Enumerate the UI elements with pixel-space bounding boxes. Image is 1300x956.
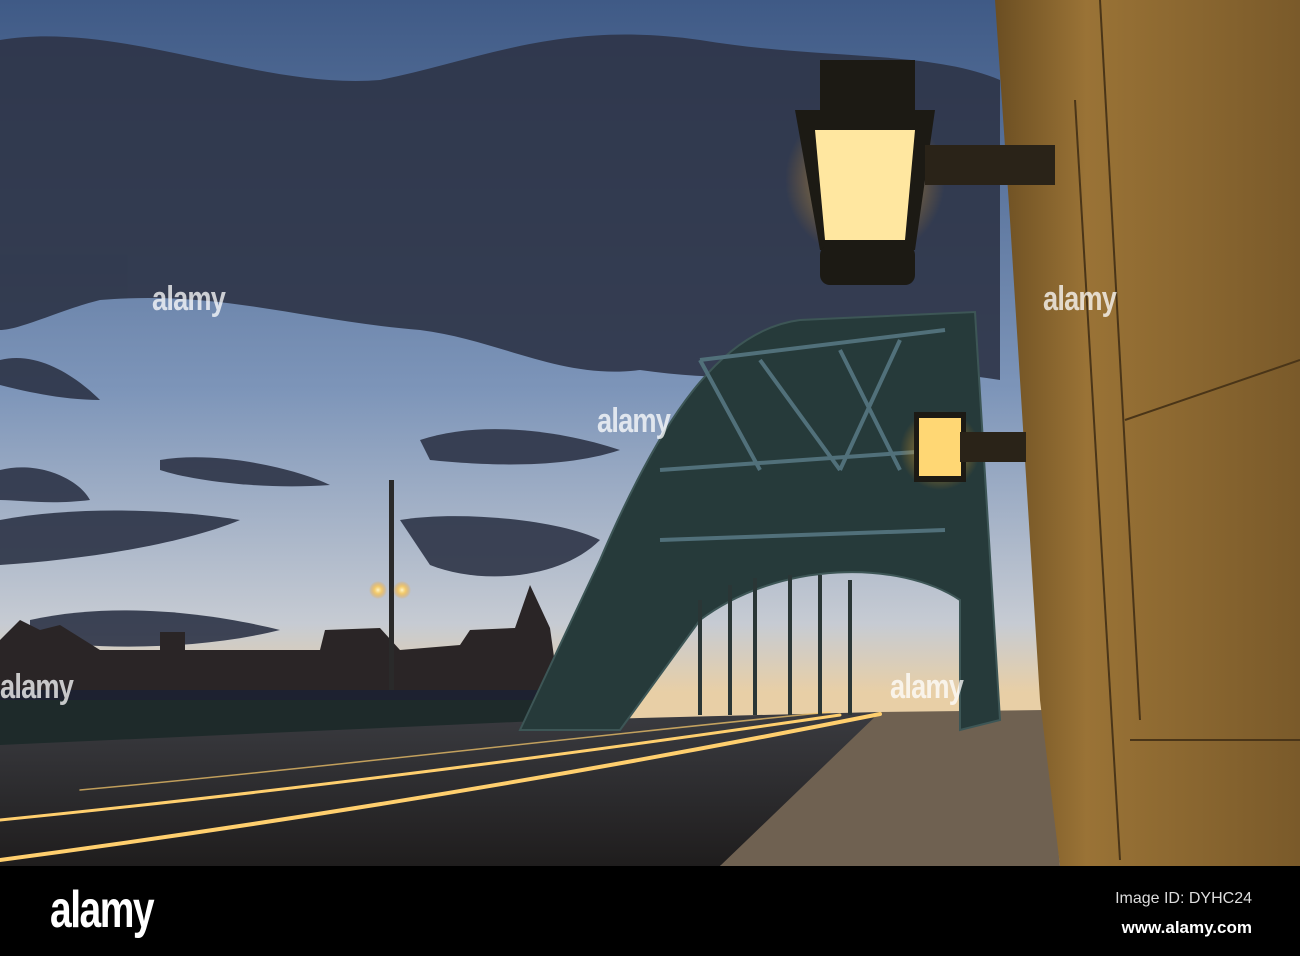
watermark: alamy — [0, 668, 74, 706]
watermark: alamy — [1043, 280, 1117, 318]
footer-bar: alamy Image ID: DYHC24 www.alamy.com — [0, 866, 1300, 956]
alamy-logo: alamy — [50, 881, 155, 939]
watermark: alamy — [890, 668, 964, 706]
site-url: www.alamy.com — [1121, 918, 1252, 937]
watermark: alamy — [152, 280, 226, 318]
watermark: alamy — [597, 402, 671, 440]
image-id: Image ID: DYHC24 — [1115, 890, 1252, 907]
